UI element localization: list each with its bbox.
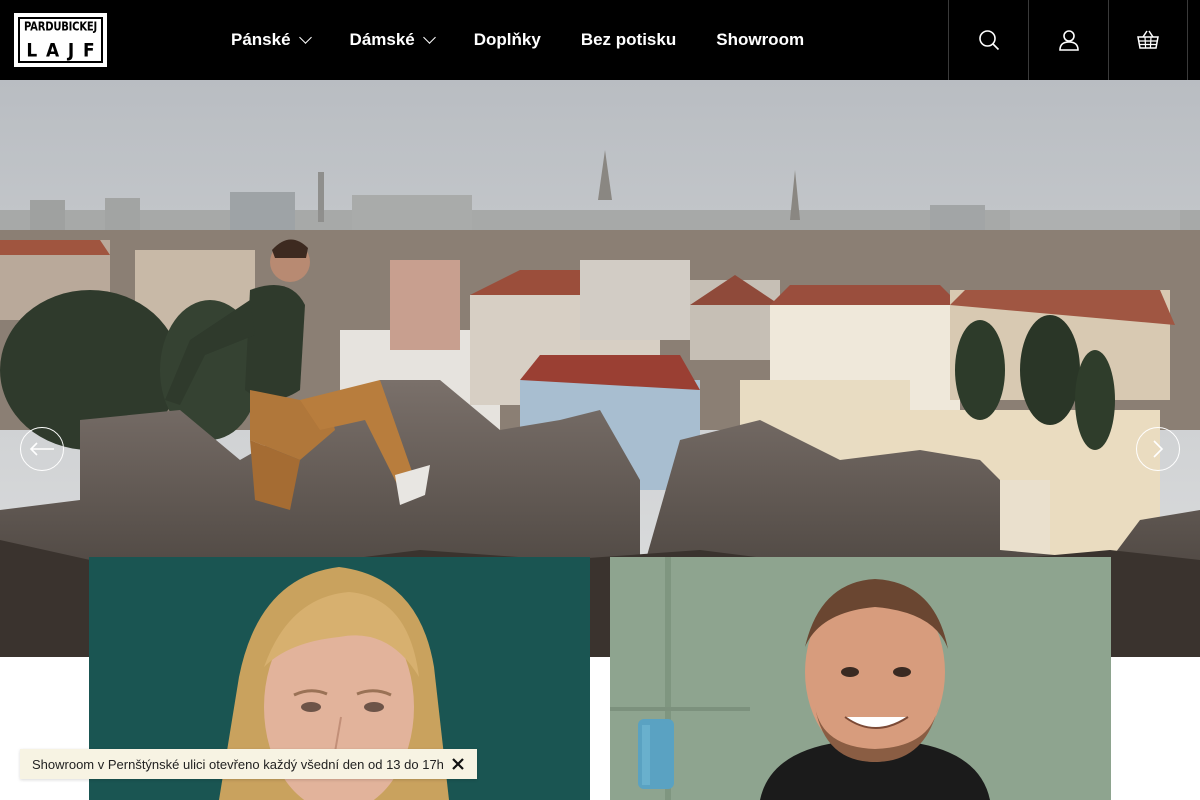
chevron-right-icon [1153, 440, 1164, 458]
cart-button[interactable] [1108, 0, 1188, 80]
nav-item-label: Dámské [349, 30, 415, 49]
nav-item-damske[interactable]: Dámské [349, 30, 436, 50]
logo-text-bottom: L A J F [26, 40, 95, 62]
site-header: PARDUBICKEJ L A J F Pánské Dámské Doplňk… [0, 0, 1200, 80]
close-icon[interactable] [451, 757, 465, 771]
chevron-down-icon [298, 31, 312, 44]
chevron-down-icon [422, 31, 436, 44]
nav-item-label: Showroom [716, 30, 805, 49]
nav-item-label: Doplňky [473, 30, 541, 49]
user-icon [1058, 30, 1079, 51]
nav-item-showroom[interactable]: Showroom [716, 30, 804, 50]
slider-prev-button[interactable] [20, 427, 64, 471]
nav-item-bez-potisku[interactable]: Bez potisku [581, 30, 676, 50]
search-icon [978, 30, 999, 51]
notice-text: Showroom v Pernštýnské ulici otevřeno ka… [32, 756, 444, 772]
basket-icon [1137, 30, 1159, 49]
main-nav: Pánské Dámské Doplňky Bez potisku Showro… [231, 0, 844, 80]
nav-item-label: Bez potisku [580, 30, 677, 49]
account-button[interactable] [1028, 0, 1108, 80]
card-image-men [610, 557, 1111, 800]
collection-card-men[interactable] [610, 557, 1111, 800]
search-button[interactable] [948, 0, 1028, 80]
arrow-left-icon [29, 442, 54, 456]
nav-item-panske[interactable]: Pánské [231, 30, 312, 50]
slider-next-button[interactable] [1136, 427, 1180, 471]
nav-item-label: Pánské [231, 30, 291, 49]
showroom-notice: Showroom v Pernštýnské ulici otevřeno ka… [20, 749, 477, 779]
logo[interactable]: PARDUBICKEJ L A J F [14, 13, 107, 67]
nav-item-doplnky[interactable]: Doplňky [474, 30, 541, 50]
logo-text-top: PARDUBICKEJ [23, 20, 98, 35]
